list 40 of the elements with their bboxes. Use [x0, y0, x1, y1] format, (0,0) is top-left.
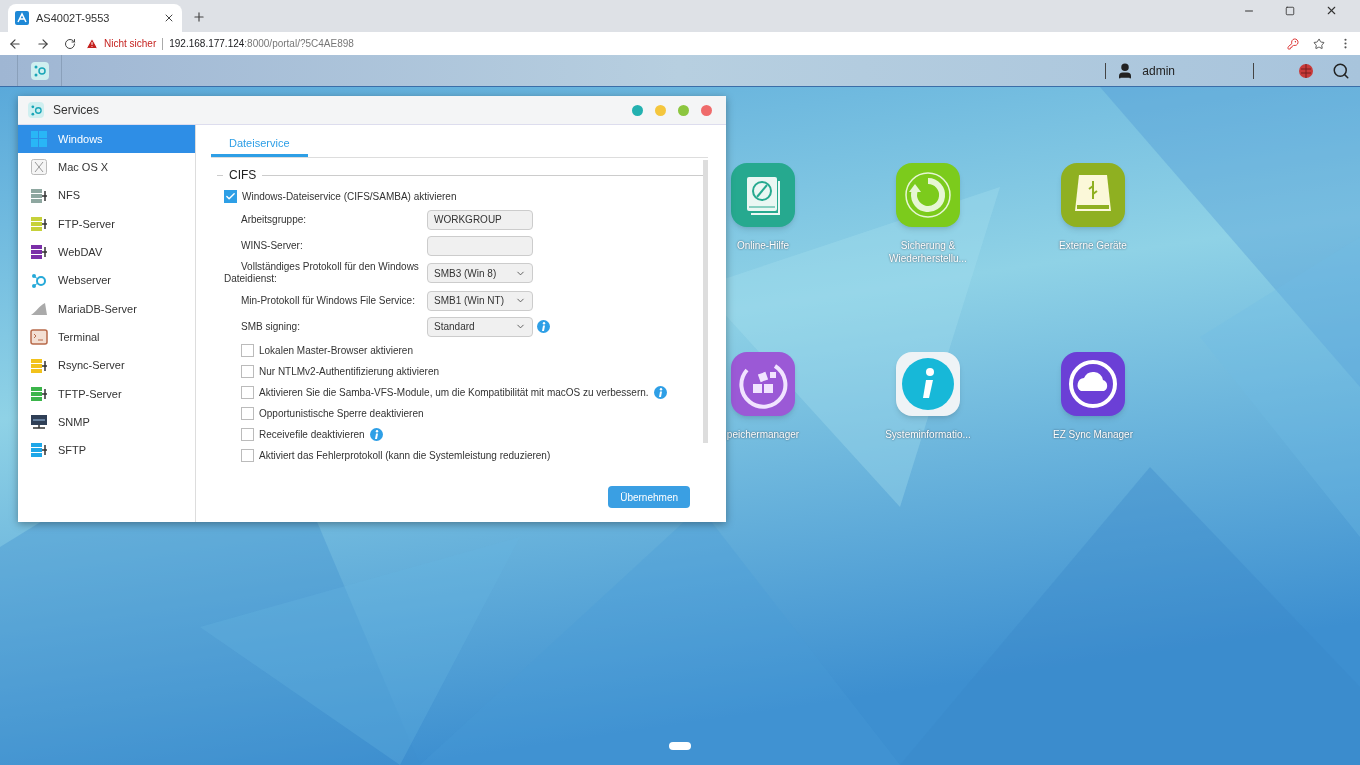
username[interactable]: admin	[1142, 61, 1175, 80]
field-label: Vollständiges Protokoll für den Windows Dateidienst:	[223, 261, 420, 285]
sidebar-item[interactable]: FTP-Server	[18, 209, 195, 239]
browser-tab[interactable]: AS4002T-9553	[8, 4, 182, 32]
select-field[interactable]: SMB1 (Win NT)	[427, 290, 533, 311]
field-label: Arbeitsgruppe:	[240, 213, 308, 226]
sidebar-item[interactable]: Terminal	[18, 323, 195, 352]
app-label: Sicherung & Wiederherstellu...	[888, 239, 968, 265]
checkbox-label: Nur NTLMv2-Authentifizierung aktivieren	[259, 365, 440, 379]
security-warning: Nicht sicher	[104, 37, 157, 51]
sidebar-item[interactable]: MariaDB-Server	[18, 294, 195, 324]
sidebar-item[interactable]: NFS	[18, 181, 195, 210]
app-label: Externe Geräte	[1059, 239, 1127, 252]
checkbox-label: Opportunistische Sperre deaktivieren	[259, 407, 424, 421]
window-title: Services	[53, 102, 100, 119]
field-label: WINS-Server:	[240, 239, 304, 252]
input-field[interactable]: WORKGROUP	[427, 209, 533, 230]
field-label: Min-Protokoll für Windows File Service:	[240, 294, 416, 307]
app-label: peichermanager	[726, 428, 800, 441]
checkbox-label: Receivefile deaktivieren	[259, 428, 365, 442]
tab-title: AS4002T-9553	[36, 10, 111, 26]
select-field[interactable]: Standard	[427, 316, 533, 337]
sidebar-item[interactable]: SFTP	[18, 436, 195, 465]
checkbox-label: Aktivieren Sie die Samba-VFS-Module, um die Kompatibilität mit macOS zu verbessern.	[259, 386, 649, 400]
url-text: 192.168.177.124:8000/portal/?5C4AE898	[169, 37, 354, 51]
sidebar-item[interactable]: WebDAV	[18, 238, 195, 267]
checkbox-label: Lokalen Master-Browser aktivieren	[259, 344, 413, 358]
sidebar-item[interactable]: Mac OS X	[18, 153, 195, 182]
app-label: Online-Hilfe	[736, 239, 790, 252]
sidebar-item[interactable]: Rsync-Server	[18, 351, 195, 380]
checkbox-label: Aktiviert das Fehlerprotokoll (kann die Systemleistung reduzieren)	[259, 449, 551, 463]
sidebar-item[interactable]: Webserver	[18, 266, 195, 295]
checkbox-label: Windows-Dateiservice (CIFS/SAMBA) aktivieren	[242, 190, 457, 204]
app-label: EZ Sync Manager	[1052, 428, 1133, 441]
select-field[interactable]: SMB3 (Win 8)	[427, 263, 533, 283]
sidebar-item[interactable]: TFTP-Server	[18, 379, 195, 408]
section-title: CIFS	[229, 167, 257, 184]
sidebar-item[interactable]: SNMP	[18, 407, 195, 437]
app-label: Systeminformatio...	[885, 428, 971, 441]
field-label: SMB signing:	[240, 320, 301, 333]
